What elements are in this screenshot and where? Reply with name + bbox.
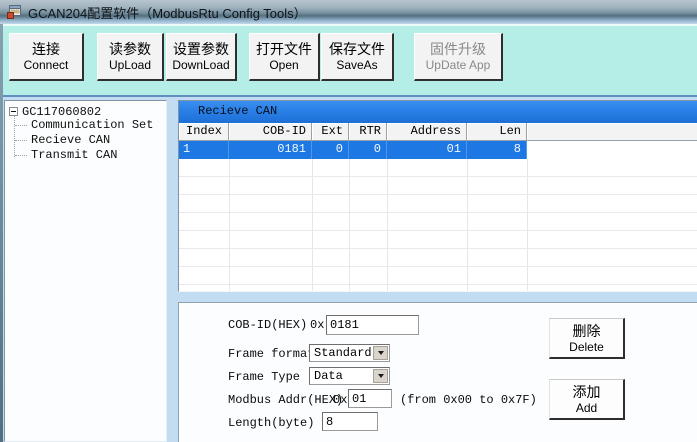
table-row-empty xyxy=(179,267,697,285)
delete-button[interactable]: 删除 Delete xyxy=(549,318,625,359)
cell-address: 01 xyxy=(387,141,467,159)
length-input[interactable] xyxy=(322,412,378,431)
minus-glyph xyxy=(11,111,16,112)
frame-format-select[interactable]: Standard xyxy=(309,344,390,362)
cell-cob-id: 0181 xyxy=(229,141,312,159)
edit-panel: COB-ID(HEX) 0x Frame format Standard Fra… xyxy=(178,302,697,442)
open-file-button-label-en: Open xyxy=(269,58,298,73)
app-window: GCAN204配置软件（ModbusRtu Config Tools） 连接 C… xyxy=(0,0,697,442)
frame-format-label: Frame format xyxy=(228,347,314,362)
update-app-button: 固件升级 UpDate App xyxy=(414,33,503,81)
tree-node-root[interactable]: GC117060802 xyxy=(9,104,101,119)
save-as-button[interactable]: 保存文件 SaveAs xyxy=(321,33,394,81)
save-as-button-label-en: SaveAs xyxy=(336,58,377,73)
column-header-ext[interactable]: Ext xyxy=(312,123,349,141)
download-button[interactable]: 设置参数 DownLoad xyxy=(166,33,237,81)
tree-root-label: GC117060802 xyxy=(22,105,101,119)
collapse-icon[interactable] xyxy=(9,107,18,116)
upload-button-label-en: UpLoad xyxy=(109,58,151,73)
device-tree: GC117060802 Communication Set Recieve CA… xyxy=(4,100,167,442)
row-filler xyxy=(527,141,697,159)
column-header-address[interactable]: Address xyxy=(387,123,467,141)
table-row-empty xyxy=(179,177,697,195)
recieve-can-panel: Recieve CAN Index COB-ID Ext RTR Address… xyxy=(178,100,697,292)
cell-index: 1 xyxy=(179,141,229,159)
delete-button-label-cn: 删除 xyxy=(573,323,601,340)
table-row-empty xyxy=(179,159,697,177)
table-row-selected[interactable]: 1 0181 0 0 01 8 xyxy=(179,141,697,159)
add-button-label-en: Add xyxy=(576,401,597,415)
upload-button-label-cn: 读参数 xyxy=(109,40,151,58)
connect-button-label-en: Connect xyxy=(24,58,69,73)
connect-button[interactable]: 连接 Connect xyxy=(9,33,84,81)
table-row-empty xyxy=(179,249,697,267)
table-row-empty xyxy=(179,285,697,292)
update-app-button-label-cn: 固件升级 xyxy=(430,40,486,58)
tree-connector-line xyxy=(14,116,15,157)
frame-type-value: Data xyxy=(314,369,343,383)
cobid-hex-prefix: 0x xyxy=(310,318,324,333)
open-file-button-label-cn: 打开文件 xyxy=(256,40,312,58)
column-header-len[interactable]: Len xyxy=(467,123,527,141)
panel-title: Recieve CAN xyxy=(179,101,697,123)
add-button-label-cn: 添加 xyxy=(573,384,601,401)
column-header-index[interactable]: Index xyxy=(179,123,229,141)
modbus-hex-prefix: 0x xyxy=(333,393,347,408)
cobid-label: COB-ID(HEX) xyxy=(228,318,307,333)
delete-button-label-en: Delete xyxy=(569,340,604,354)
column-header-cob-id[interactable]: COB-ID xyxy=(229,123,312,141)
column-header-filler xyxy=(527,123,697,141)
triangle-glyph xyxy=(378,374,384,378)
table-row-empty xyxy=(179,213,697,231)
add-button[interactable]: 添加 Add xyxy=(549,379,625,420)
cobid-input[interactable] xyxy=(326,315,419,335)
frame-type-select[interactable]: Data xyxy=(309,367,390,385)
sidebar-item-recieve-can[interactable]: Recieve CAN xyxy=(31,133,110,148)
cell-len: 8 xyxy=(467,141,527,159)
triangle-glyph xyxy=(378,351,384,355)
frame-format-value: Standard xyxy=(314,346,372,360)
column-header-rtr[interactable]: RTR xyxy=(349,123,387,141)
download-button-label-cn: 设置参数 xyxy=(173,40,229,58)
modbus-addr-input[interactable] xyxy=(348,389,392,408)
window-title: GCAN204配置软件（ModbusRtu Config Tools） xyxy=(28,3,307,22)
connect-button-label-cn: 连接 xyxy=(32,40,60,58)
title-bar[interactable]: GCAN204配置软件（ModbusRtu Config Tools） xyxy=(0,0,697,24)
cell-rtr: 0 xyxy=(349,141,387,159)
download-button-label-en: DownLoad xyxy=(172,58,229,73)
save-as-button-label-cn: 保存文件 xyxy=(329,40,385,58)
table-row-empty xyxy=(179,195,697,213)
length-label: Length(byte) xyxy=(228,416,314,431)
chevron-down-icon[interactable] xyxy=(373,346,388,360)
sidebar-item-communication-set[interactable]: Communication Set xyxy=(31,118,153,133)
chevron-down-icon[interactable] xyxy=(373,369,388,383)
cell-ext: 0 xyxy=(312,141,349,159)
modbus-addr-label: Modbus Addr(HEX) xyxy=(228,393,343,408)
sidebar-item-transmit-can[interactable]: Transmit CAN xyxy=(31,148,117,163)
window-frame-left xyxy=(0,24,3,442)
table-row-empty xyxy=(179,231,697,249)
toolbar: 连接 Connect 读参数 UpLoad 设置参数 DownLoad 打开文件… xyxy=(0,24,697,97)
frame-type-label: Frame Type xyxy=(228,370,300,385)
modbus-range-hint: (from 0x00 to 0x7F) xyxy=(400,393,537,408)
open-file-button[interactable]: 打开文件 Open xyxy=(249,33,320,81)
table-header: Index COB-ID Ext RTR Address Len xyxy=(179,123,697,141)
update-app-button-label-en: UpDate App xyxy=(426,58,491,73)
upload-button[interactable]: 读参数 UpLoad xyxy=(97,33,164,81)
app-icon xyxy=(6,4,22,20)
